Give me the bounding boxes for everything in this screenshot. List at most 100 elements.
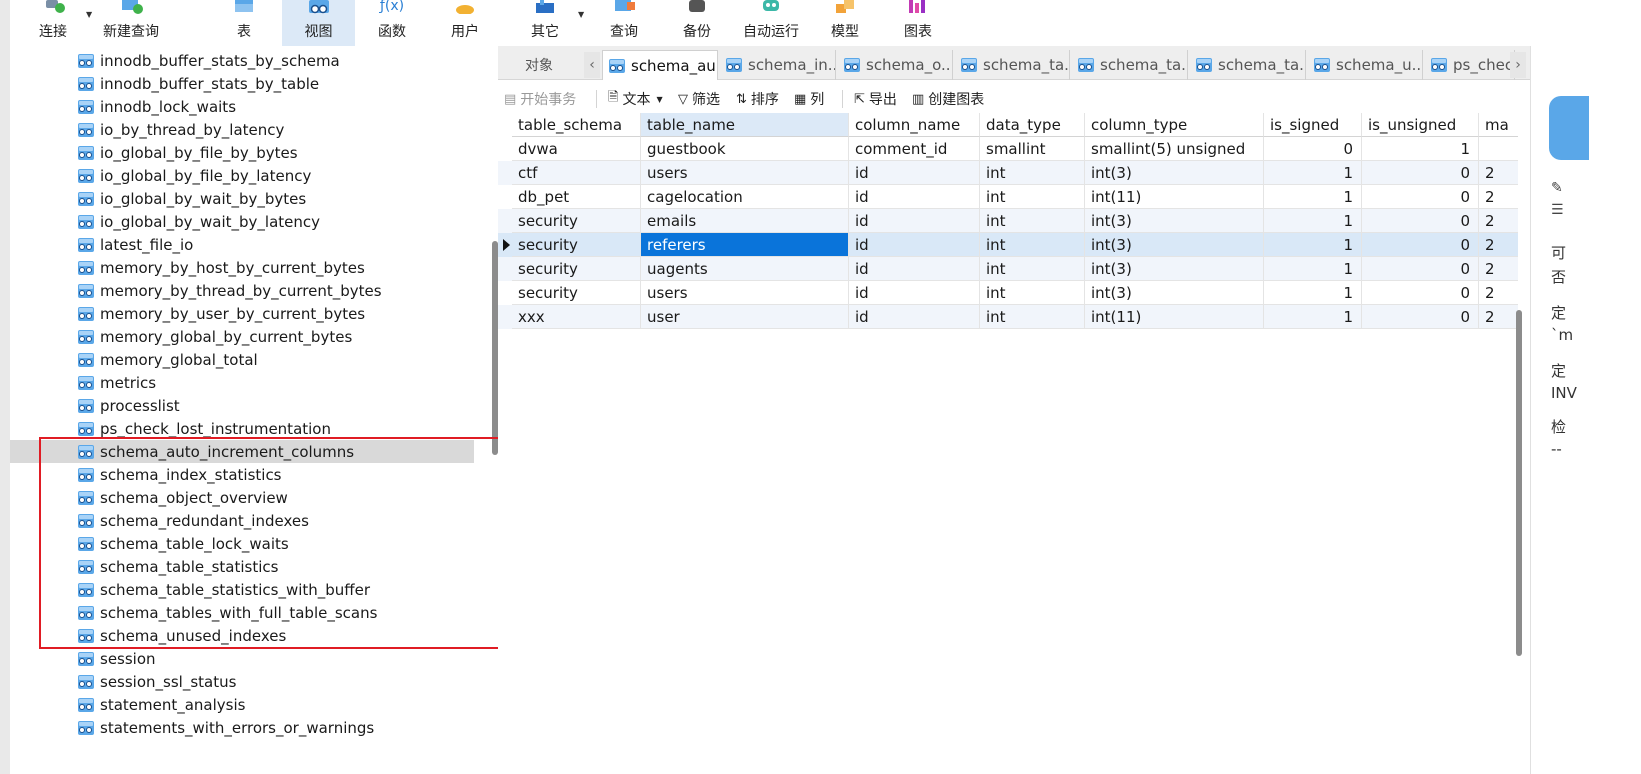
table-row[interactable]: dvwa guestbook comment_id smallint smallint(… <box>498 137 1518 161</box>
navigator-item[interactable]: io_global_by_file_by_latency <box>10 164 474 187</box>
column-header[interactable]: table_schema <box>512 113 641 137</box>
table-cell[interactable]: 1 <box>1362 137 1479 161</box>
column-header[interactable]: column_type <box>1085 113 1264 137</box>
table-cell[interactable]: int(11) <box>1085 185 1264 209</box>
navigator-item[interactable]: memory_by_host_by_current_bytes <box>10 256 474 279</box>
table-cell[interactable]: 0 <box>1362 305 1479 329</box>
table-cell[interactable]: 0 <box>1264 137 1362 161</box>
table-cell[interactable]: 1 <box>1264 209 1362 233</box>
navigator-item[interactable]: processlist <box>10 394 474 417</box>
tab-view[interactable]: schema_u... <box>1308 50 1423 80</box>
table-cell[interactable]: int(3) <box>1085 257 1264 281</box>
table-cell[interactable]: ctf <box>512 161 641 185</box>
table-cell[interactable]: 0 <box>1362 185 1479 209</box>
toolbar-table-button[interactable]: 表 <box>210 0 278 46</box>
navigator-item[interactable]: session <box>10 647 474 670</box>
navigator-item[interactable]: memory_by_thread_by_current_bytes <box>10 279 474 302</box>
navigator-item[interactable]: statements_with_errors_or_warnings <box>10 716 474 739</box>
table-cell[interactable]: int(11) <box>1085 305 1264 329</box>
toolbar-autorun-button[interactable]: 自动运行 <box>738 0 804 46</box>
table-cell[interactable]: 1 <box>1264 257 1362 281</box>
table-cell[interactable]: 0 <box>1362 257 1479 281</box>
navigator-item[interactable]: latest_file_io <box>10 233 474 256</box>
table-cell[interactable]: 0 <box>1362 161 1479 185</box>
toolbar-other-button[interactable]: 其它 <box>512 0 578 46</box>
table-cell[interactable]: smallint(5) unsigned <box>1085 137 1264 161</box>
tab-view[interactable]: ps_chec <box>1425 50 1515 80</box>
navigator-item[interactable]: schema_auto_increment_columns <box>10 440 474 463</box>
tab-view[interactable]: schema_o... <box>838 50 953 80</box>
navigator-item[interactable]: memory_by_user_by_current_bytes <box>10 302 474 325</box>
toolbar-chart-button[interactable]: 图表 <box>886 0 950 46</box>
table-cell[interactable]: referers <box>641 233 849 257</box>
tab-scroll-right-icon[interactable]: › <box>1510 52 1526 78</box>
export-button[interactable]: ⇱ 导出 <box>854 88 897 110</box>
tab-view[interactable]: schema_in... <box>720 50 836 80</box>
table-cell[interactable]: id <box>849 257 980 281</box>
navigator-item[interactable]: metrics <box>10 371 474 394</box>
table-cell[interactable]: int(3) <box>1085 281 1264 305</box>
navigator-item[interactable]: schema_table_statistics <box>10 555 474 578</box>
tab-view[interactable]: schema_ta... <box>955 50 1070 80</box>
table-cell[interactable]: comment_id <box>849 137 980 161</box>
create-chart-button[interactable]: ▥ 创建图表 <box>912 88 984 110</box>
table-cell[interactable]: int <box>980 185 1085 209</box>
column-header[interactable]: is_unsigned <box>1362 113 1479 137</box>
edit-icon[interactable]: ✎ <box>1551 180 1563 196</box>
table-cell[interactable]: 1 <box>1264 185 1362 209</box>
tab-view[interactable]: schema_ta... <box>1190 50 1306 80</box>
tab-view[interactable]: schema_au... <box>602 50 718 80</box>
filter-button[interactable]: ▽ 筛选 <box>678 88 720 110</box>
table-cell[interactable]: int <box>980 209 1085 233</box>
navigator-item[interactable]: schema_table_lock_waits <box>10 532 474 555</box>
toolbar-view-button[interactable]: 视图 <box>282 0 355 46</box>
tab-scroll-left-icon[interactable]: ‹ <box>584 52 600 78</box>
navigator-item[interactable]: memory_global_total <box>10 348 474 371</box>
tab-objects[interactable]: 对象 <box>498 50 580 80</box>
navigator-item[interactable]: statement_analysis <box>10 693 474 716</box>
table-cell[interactable]: security <box>512 209 641 233</box>
table-cell[interactable]: int(3) <box>1085 209 1264 233</box>
connect-dropdown-icon[interactable]: ▼ <box>86 10 92 19</box>
navigator-item[interactable]: io_global_by_file_by_bytes <box>10 141 474 164</box>
table-row[interactable]: security users id int int(3) 1 0 2 <box>498 281 1518 305</box>
navigator-item[interactable]: session_ssl_status <box>10 670 474 693</box>
table-cell[interactable]: uagents <box>641 257 849 281</box>
table-cell[interactable]: user <box>641 305 849 329</box>
table-cell[interactable]: id <box>849 233 980 257</box>
table-cell[interactable]: 2 <box>1479 209 1518 233</box>
other-dropdown-icon[interactable]: ▼ <box>578 10 584 19</box>
navigator-item[interactable]: schema_index_statistics <box>10 463 474 486</box>
navigator-item[interactable]: innodb_lock_waits <box>10 95 474 118</box>
grid-scrollbar[interactable] <box>1516 310 1522 656</box>
column-header[interactable]: data_type <box>980 113 1085 137</box>
navigator-item[interactable]: schema_tables_with_full_table_scans <box>10 601 474 624</box>
table-cell[interactable]: 2 <box>1479 233 1518 257</box>
column-header[interactable]: ma <box>1479 113 1518 137</box>
navigator-item[interactable]: schema_redundant_indexes <box>10 509 474 532</box>
table-cell[interactable]: db_pet <box>512 185 641 209</box>
table-row[interactable]: xxx user id int int(11) 1 0 2 <box>498 305 1518 329</box>
table-cell[interactable]: users <box>641 281 849 305</box>
table-row[interactable]: db_pet cagelocation id int int(11) 1 0 2 <box>498 185 1518 209</box>
columns-button[interactable]: ▦ 列 <box>794 88 824 110</box>
table-row[interactable]: security uagents id int int(3) 1 0 2 <box>498 257 1518 281</box>
table-cell[interactable]: 2 <box>1479 305 1518 329</box>
navigator-item[interactable]: schema_table_statistics_with_buffer <box>10 578 474 601</box>
toolbar-new-query-button[interactable]: 新建查询 <box>98 0 164 46</box>
table-cell[interactable]: security <box>512 233 641 257</box>
toolbar-user-button[interactable]: 用户 <box>432 0 498 46</box>
table-cell[interactable]: int <box>980 281 1085 305</box>
table-cell[interactable]: emails <box>641 209 849 233</box>
navigator-item[interactable]: io_global_by_wait_by_latency <box>10 210 474 233</box>
table-cell[interactable]: 0 <box>1362 281 1479 305</box>
table-cell[interactable]: 0 <box>1362 233 1479 257</box>
navigator-item[interactable]: innodb_buffer_stats_by_table <box>10 72 474 95</box>
table-cell[interactable]: int <box>980 233 1085 257</box>
navigator-item[interactable]: schema_unused_indexes <box>10 624 474 647</box>
table-cell[interactable]: 2 <box>1479 257 1518 281</box>
table-cell[interactable]: int <box>980 257 1085 281</box>
toolbar-backup-button[interactable]: 备份 <box>666 0 728 46</box>
text-view-button[interactable]: 🗎 文本 ▼ <box>608 88 663 110</box>
navigator-item[interactable]: memory_global_by_current_bytes <box>10 325 474 348</box>
